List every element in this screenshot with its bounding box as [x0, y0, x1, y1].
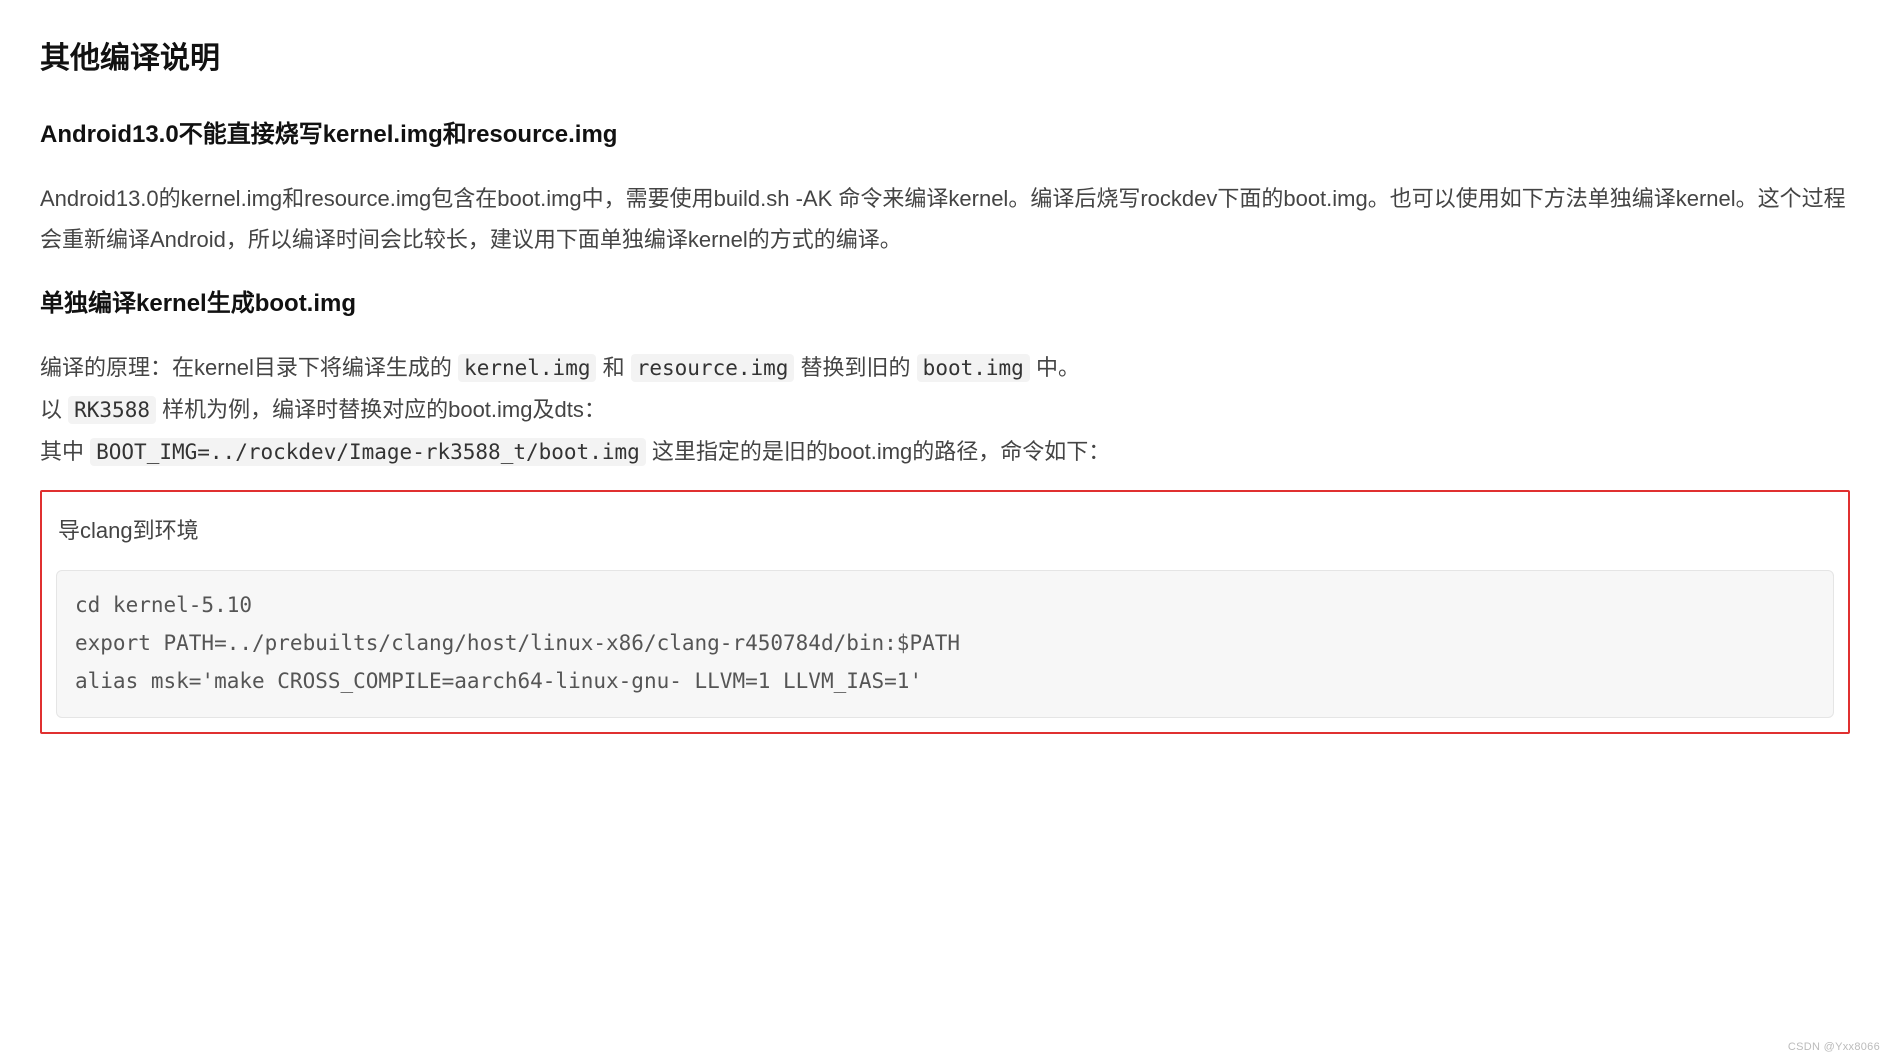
heading-android13-note: Android13.0不能直接烧写kernel.img和resource.img: [40, 112, 1850, 158]
code-boot-img-path: BOOT_IMG=../rockdev/Image-rk3588_t/boot.…: [90, 438, 646, 466]
code-boot-img: boot.img: [917, 354, 1030, 382]
watermark: CSDN @Yxx8066: [1788, 1037, 1880, 1058]
box-title: 导clang到环境: [58, 510, 1834, 552]
code-resource-img: resource.img: [631, 354, 795, 382]
heading-kernel-boot: 单独编译kernel生成boot.img: [40, 281, 1850, 327]
paragraph-android13-note: Android13.0的kernel.img和resource.img包含在bo…: [40, 178, 1850, 262]
text-fragment: 这里指定的是旧的boot.img的路径，命令如下：: [646, 439, 1111, 464]
text-fragment: 样机为例，编译时替换对应的boot.img及dts：: [156, 397, 606, 422]
code-block-clang-env: cd kernel-5.10 export PATH=../prebuilts/…: [56, 570, 1834, 717]
text-fragment: 替换到旧的: [794, 355, 916, 380]
text-fragment: 以: [40, 397, 68, 422]
paragraph-compile-principle: 编译的原理：在kernel目录下将编译生成的 kernel.img 和 reso…: [40, 347, 1850, 473]
text-fragment: 和: [596, 355, 630, 380]
text-fragment: 其中: [40, 439, 90, 464]
code-kernel-img: kernel.img: [458, 354, 596, 382]
text-fragment: 中。: [1030, 355, 1080, 380]
heading-other-compile: 其他编译说明: [40, 30, 1850, 87]
code-rk3588: RK3588: [68, 396, 156, 424]
highlighted-box: 导clang到环境 cd kernel-5.10 export PATH=../…: [40, 490, 1850, 733]
text-fragment: 编译的原理：在kernel目录下将编译生成的: [40, 355, 458, 380]
